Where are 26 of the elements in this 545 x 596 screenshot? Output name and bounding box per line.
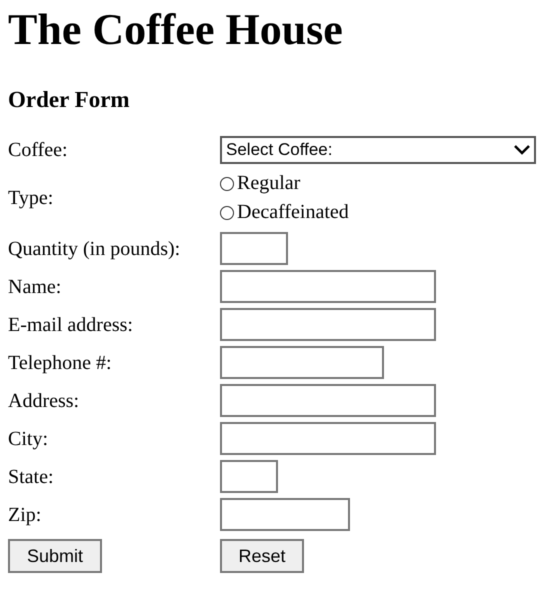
input-field[interactable] (220, 422, 436, 455)
form-button[interactable]: Submit (8, 539, 102, 573)
radio-option[interactable]: Regular (220, 169, 537, 198)
input-field[interactable] (220, 460, 278, 493)
field-label: City: (8, 426, 50, 450)
form-heading: Order Form (8, 86, 131, 114)
chevron-down-icon (514, 145, 530, 155)
input-field[interactable] (220, 498, 350, 531)
field-label: Name: (8, 274, 62, 298)
radio-option[interactable]: Decaffeinated (220, 198, 537, 227)
form-button[interactable]: Reset (220, 539, 304, 573)
input-field[interactable] (220, 384, 436, 417)
field-label: Coffee: (8, 138, 69, 162)
field-label: Zip: (8, 502, 42, 526)
input-field[interactable] (220, 270, 436, 303)
field-label: Address: (8, 388, 80, 412)
field-label: Type: (8, 186, 54, 210)
input-field[interactable] (220, 346, 384, 379)
field-label: State: (8, 464, 55, 488)
field-label: Quantity (in pounds): (8, 236, 182, 260)
field-label: Telephone #: (8, 350, 113, 374)
field-label: E-mail address: (8, 312, 134, 336)
input-field[interactable] (220, 232, 288, 265)
coffee-select[interactable]: Select Coffee: (220, 136, 536, 164)
input-field[interactable] (220, 308, 436, 341)
page-title: The Coffee House (8, 4, 344, 56)
